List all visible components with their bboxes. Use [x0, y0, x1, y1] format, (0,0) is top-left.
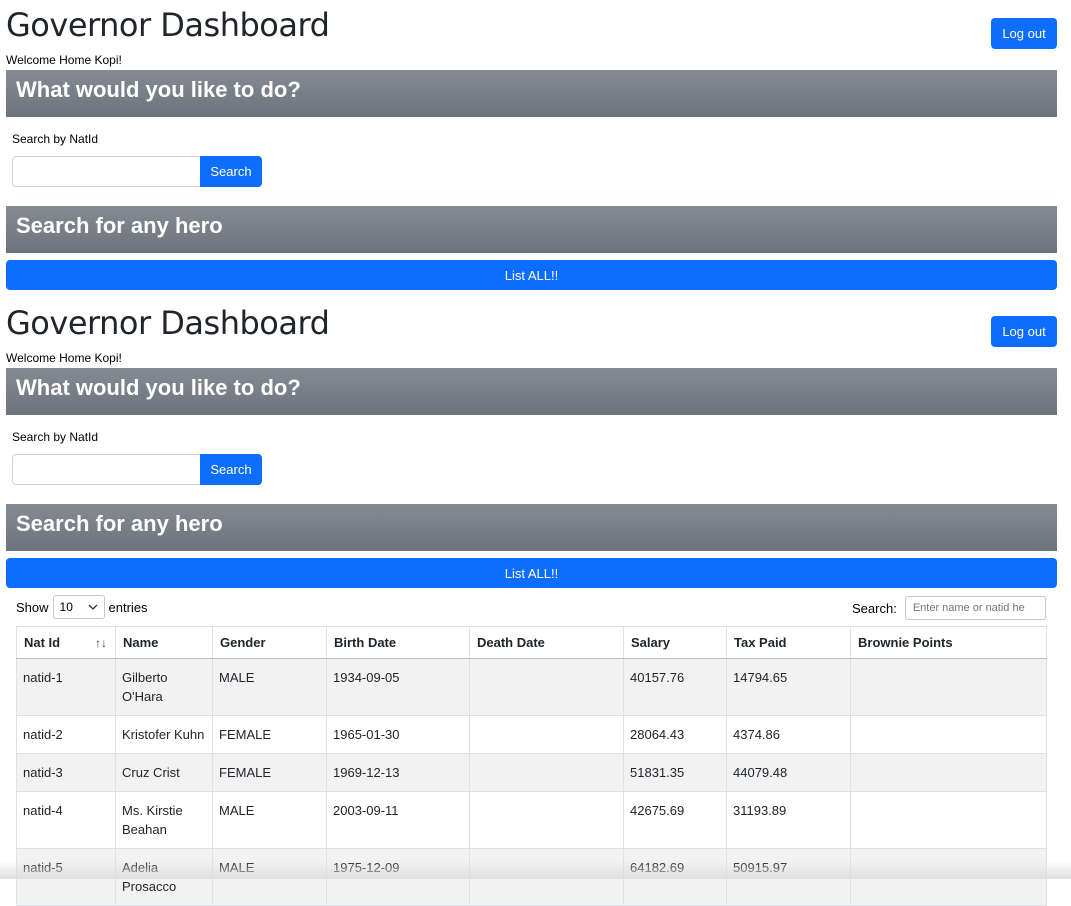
bottom-fade [0, 861, 1071, 879]
welcome-text: Welcome Home Kopi! [6, 351, 122, 365]
logout-button[interactable]: Log out [991, 316, 1057, 347]
cell-death-date [469, 791, 624, 849]
entries-length-control: Show 10 entries [16, 595, 148, 619]
cell-birth-date: 2003-09-11 [326, 791, 470, 849]
cell-gender: FEMALE [212, 715, 327, 754]
table-search: Search: [852, 596, 1046, 620]
cell-brownie-points [850, 658, 1047, 716]
cell-natid: natid-3 [16, 753, 116, 792]
search-natid-label: Search by NatId [12, 132, 99, 146]
banner-search-hero: Search for any hero [6, 206, 1057, 253]
table-header-row: Nat Id ↑↓ Name Gender Birth Date Death Da… [16, 626, 1047, 659]
cell-name: Gilberto O'Hara [115, 658, 213, 716]
search-button[interactable]: Search [200, 454, 262, 485]
cell-birth-date: 1934-09-05 [326, 658, 470, 716]
table-search-label: Search: [852, 600, 897, 616]
banner-search-hero: Search for any hero [6, 504, 1057, 551]
chevron-down-icon [88, 604, 97, 610]
column-header-name[interactable]: Name [115, 626, 213, 659]
cell-gender: FEMALE [212, 753, 327, 792]
cell-death-date [469, 658, 624, 716]
column-header-tax-paid[interactable]: Tax Paid [726, 626, 851, 659]
page-size-value: 10 [59, 600, 73, 614]
cell-salary: 51831.35 [623, 753, 727, 792]
banner-what-to-do: What would you like to do? [6, 368, 1057, 415]
column-header-salary[interactable]: Salary [623, 626, 727, 659]
dashboard-section-1: Governor Dashboard Log out Welcome Home … [0, 0, 1071, 291]
cell-brownie-points [850, 791, 1047, 849]
dashboard-section-2: Governor Dashboard Log out Welcome Home … [0, 298, 1071, 589]
search-natid-label: Search by NatId [12, 430, 99, 444]
table-row[interactable]: natid-4 Ms. Kirstie Beahan MALE 2003-09-… [16, 791, 1047, 849]
entries-label: entries [108, 599, 148, 615]
column-header-natid[interactable]: Nat Id ↑↓ [16, 626, 116, 659]
natid-search-input[interactable] [12, 156, 201, 187]
page-title: Governor Dashboard [6, 304, 330, 342]
table-row[interactable]: natid-3 Cruz Crist FEMALE 1969-12-13 518… [16, 753, 1047, 792]
cell-brownie-points [850, 753, 1047, 792]
table-search-input[interactable] [904, 596, 1046, 620]
column-header-gender[interactable]: Gender [212, 626, 327, 659]
cell-tax-paid: 31193.89 [726, 791, 851, 849]
page-size-select[interactable]: 10 [52, 595, 105, 619]
cell-gender: MALE [212, 791, 327, 849]
cell-name: Cruz Crist [115, 753, 213, 792]
cell-birth-date: 1969-12-13 [326, 753, 470, 792]
search-button[interactable]: Search [200, 156, 262, 187]
table-row[interactable]: natid-2 Kristofer Kuhn FEMALE 1965-01-30… [16, 715, 1047, 754]
cell-natid: natid-4 [16, 791, 116, 849]
list-all-button[interactable]: List ALL!! [6, 260, 1057, 290]
column-header-birth-date[interactable]: Birth Date [326, 626, 470, 659]
banner-what-to-do: What would you like to do? [6, 70, 1057, 117]
cell-salary: 28064.43 [623, 715, 727, 754]
list-all-button[interactable]: List ALL!! [6, 558, 1057, 588]
cell-gender: MALE [212, 658, 327, 716]
cell-death-date [469, 715, 624, 754]
cell-name: Ms. Kirstie Beahan [115, 791, 213, 849]
cell-tax-paid: 14794.65 [726, 658, 851, 716]
sort-icon[interactable]: ↑↓ [95, 636, 107, 650]
logout-button[interactable]: Log out [991, 18, 1057, 49]
column-header-death-date[interactable]: Death Date [469, 626, 624, 659]
cell-tax-paid: 44079.48 [726, 753, 851, 792]
table-row[interactable]: natid-1 Gilberto O'Hara MALE 1934-09-05 … [16, 658, 1047, 716]
natid-search-input[interactable] [12, 454, 201, 485]
cell-birth-date: 1965-01-30 [326, 715, 470, 754]
column-header-brownie-points[interactable]: Brownie Points [850, 626, 1047, 659]
cell-brownie-points [850, 715, 1047, 754]
page-title: Governor Dashboard [6, 6, 330, 44]
cell-salary: 42675.69 [623, 791, 727, 849]
cell-name: Kristofer Kuhn [115, 715, 213, 754]
cell-salary: 40157.76 [623, 658, 727, 716]
show-label: Show [16, 599, 49, 615]
cell-tax-paid: 4374.86 [726, 715, 851, 754]
welcome-text: Welcome Home Kopi! [6, 53, 122, 67]
cell-death-date [469, 753, 624, 792]
cell-natid: natid-1 [16, 658, 116, 716]
cell-natid: natid-2 [16, 715, 116, 754]
